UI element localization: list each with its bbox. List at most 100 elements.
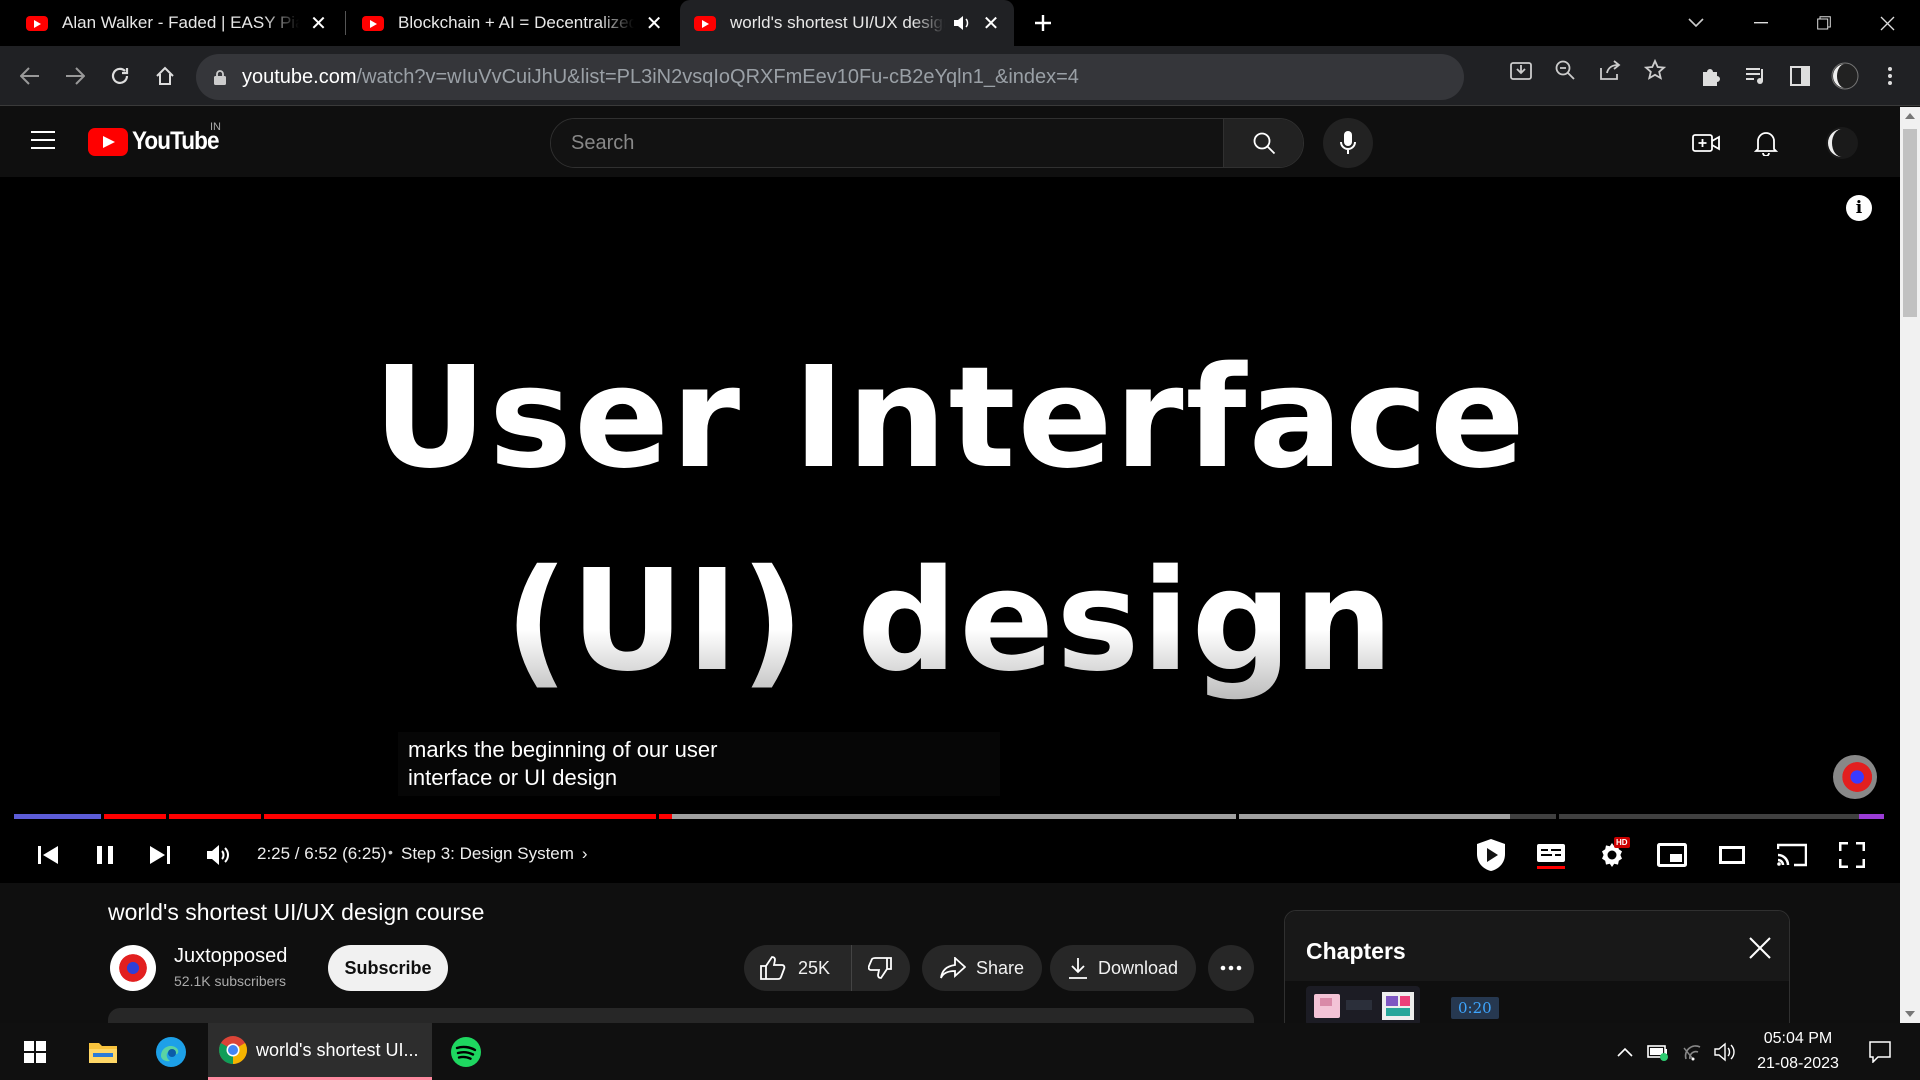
caption-line: interface or UI design	[408, 765, 618, 790]
back-arrow-icon[interactable]	[14, 60, 46, 92]
windows-start-icon[interactable]	[10, 1023, 60, 1080]
tab-close-icon[interactable]: ✕	[981, 11, 1001, 36]
browser-tab-2[interactable]: Blockchain + AI = Decentralized AI ✕	[348, 0, 676, 46]
info-icon[interactable]: i	[1846, 195, 1872, 221]
reload-icon[interactable]	[104, 60, 136, 92]
taskbar-chrome-window[interactable]: world's shortest UI...	[208, 1023, 432, 1080]
bookmark-star-icon[interactable]	[1643, 58, 1667, 82]
close-window-icon[interactable]	[1872, 8, 1902, 38]
taskbar-clock-time[interactable]: 05:04 PM	[1752, 1030, 1844, 1048]
pause-icon[interactable]	[85, 837, 125, 873]
page-scrollbar[interactable]	[1900, 107, 1920, 1023]
download-icon	[1069, 958, 1087, 979]
share-button[interactable]: Share	[922, 945, 1043, 991]
account-avatar[interactable]	[1824, 125, 1860, 161]
search-button[interactable]	[1223, 119, 1303, 167]
tab-close-icon[interactable]: ✕	[309, 11, 328, 36]
adblock-shield-icon[interactable]	[1471, 837, 1511, 873]
subtitles-icon[interactable]	[1531, 837, 1571, 873]
profile-avatar-icon[interactable]	[1829, 60, 1861, 92]
chapter-thumbnail[interactable]	[1306, 986, 1420, 1026]
notifications-action-center-icon[interactable]	[1860, 1023, 1900, 1080]
channel-name[interactable]: Juxtopposed	[174, 945, 287, 968]
media-controls-icon[interactable]	[1740, 60, 1772, 92]
home-icon[interactable]	[149, 60, 181, 92]
close-icon[interactable]	[1747, 935, 1775, 963]
tab-title: world's shortest UI/UX design course	[730, 13, 945, 32]
share-page-icon[interactable]	[1599, 58, 1623, 82]
channel-avatar[interactable]	[110, 945, 156, 991]
spotify-icon[interactable]	[440, 1023, 492, 1080]
time-display: 2:25 / 6:52 (6:25)	[257, 844, 387, 863]
scroll-up-arrow-icon[interactable]	[1905, 113, 1915, 119]
search-input[interactable]	[551, 119, 1223, 167]
lock-icon[interactable]	[214, 69, 226, 85]
subscribe-button[interactable]: Subscribe	[328, 945, 448, 991]
taskbar-clock-date[interactable]: 21-08-2023	[1752, 1055, 1844, 1073]
search-icon	[1253, 132, 1275, 155]
like-button[interactable]: 25K	[744, 945, 852, 991]
progress-played	[264, 814, 656, 819]
progress-chapter-segment[interactable]	[1559, 814, 1881, 819]
show-hidden-icons-chevron-icon[interactable]	[1612, 1023, 1638, 1080]
volume-icon[interactable]	[199, 837, 239, 873]
minimize-window-icon[interactable]	[1746, 8, 1776, 38]
next-video-icon[interactable]	[140, 837, 180, 873]
cast-icon[interactable]	[1772, 837, 1812, 873]
audio-playing-icon[interactable]	[953, 15, 971, 31]
video-title: world's shortest UI/UX design course	[108, 899, 485, 925]
captions-box: marks the beginning of our user interfac…	[398, 732, 1000, 796]
previous-video-icon[interactable]	[28, 837, 68, 873]
scrollbar-thumb[interactable]	[1903, 129, 1917, 317]
fullscreen-icon[interactable]	[1832, 837, 1872, 873]
install-app-icon[interactable]	[1509, 58, 1533, 82]
hamburger-menu-icon[interactable]	[30, 129, 58, 155]
wifi-icon[interactable]	[1678, 1023, 1708, 1080]
video-player[interactable]: i User Interface (UI) design marks the b…	[0, 177, 1900, 883]
progress-played	[104, 814, 166, 819]
dislike-button[interactable]	[852, 945, 908, 991]
share-label: Share	[976, 957, 1025, 978]
restore-window-icon[interactable]	[1809, 8, 1839, 38]
browser-tab-strip: Alan Walker - Faded | EASY Piano ✕ Block…	[0, 0, 1920, 46]
file-explorer-icon[interactable]	[78, 1023, 128, 1080]
progress-buffered	[659, 814, 1236, 819]
voice-search-button[interactable]	[1323, 118, 1373, 168]
youtube-header: YouTube IN	[0, 107, 1900, 177]
tab-close-icon[interactable]: ✕	[644, 11, 664, 36]
like-dislike-group: 25K	[744, 945, 910, 991]
chapters-header: Chapters	[1285, 911, 1789, 981]
forward-arrow-icon[interactable]	[59, 60, 91, 92]
channel-watermark[interactable]	[1833, 755, 1877, 799]
create-video-icon[interactable]	[1691, 128, 1721, 158]
more-actions-icon[interactable]	[1208, 945, 1254, 991]
miniplayer-icon[interactable]	[1652, 837, 1692, 873]
edge-browser-icon[interactable]	[146, 1023, 196, 1080]
notifications-bell-icon[interactable]	[1751, 128, 1781, 158]
scroll-down-arrow-icon[interactable]	[1905, 1011, 1915, 1017]
progress-played	[14, 814, 101, 819]
chapter-title-button[interactable]: Step 3: Design System ›	[401, 844, 588, 864]
progress-bar[interactable]	[14, 814, 1884, 819]
speaker-volume-icon[interactable]	[1710, 1023, 1740, 1080]
tab-search-chevron-icon[interactable]	[1681, 8, 1711, 38]
progress-buffered	[1239, 814, 1510, 819]
download-button[interactable]: Download	[1050, 945, 1197, 991]
chapter-title: Step 3: Design System	[401, 844, 574, 863]
extensions-puzzle-icon[interactable]	[1695, 60, 1727, 92]
windows-taskbar: world's shortest UI...	[0, 1023, 1920, 1080]
thumbs-up-icon	[760, 956, 786, 980]
side-panel-icon[interactable]	[1784, 60, 1816, 92]
browser-menu-icon[interactable]	[1874, 60, 1906, 92]
address-bar[interactable]: youtube.com/watch?v=wIuVvCuiJhU&list=PL3…	[196, 54, 1464, 100]
chapter-timestamp[interactable]: 0:20	[1451, 997, 1499, 1019]
youtube-logo[interactable]: YouTube IN	[88, 121, 228, 156]
browser-tab-3-active[interactable]: world's shortest UI/UX design course ✕	[680, 0, 1014, 46]
progress-played	[659, 814, 673, 819]
separator-dot: •	[388, 844, 393, 860]
theater-mode-icon[interactable]	[1712, 837, 1752, 873]
browser-tab-1[interactable]: Alan Walker - Faded | EASY Piano ✕	[0, 0, 340, 46]
battery-charging-icon[interactable]	[1644, 1023, 1674, 1080]
zoom-icon[interactable]	[1553, 58, 1577, 82]
new-tab-icon[interactable]	[1028, 8, 1058, 38]
